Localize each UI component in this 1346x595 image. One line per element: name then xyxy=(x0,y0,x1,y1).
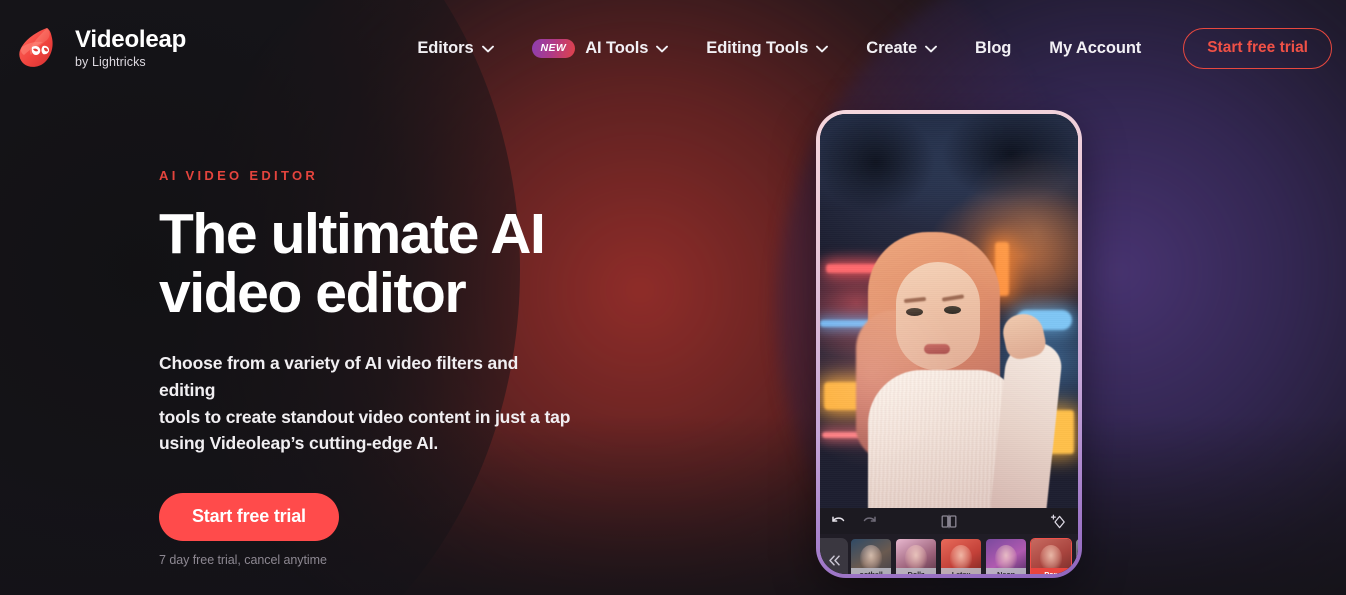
new-badge: NEW xyxy=(531,38,576,58)
video-preview[interactable] xyxy=(820,114,1078,508)
toolbar-center-group xyxy=(941,514,957,529)
subcopy-line-3: using Videoleap’s cutting-edge AI. xyxy=(159,433,439,454)
filter-item[interactable]: Goth xyxy=(1075,538,1078,574)
nav-item-ai-tools[interactable]: NEW AI Tools xyxy=(513,38,688,58)
chevron-down-icon xyxy=(816,45,829,53)
videoleap-bird-logo-icon xyxy=(19,28,53,67)
ai-sparkle-diamond-icon[interactable] xyxy=(1050,513,1067,530)
chevron-down-icon xyxy=(656,45,669,53)
filter-strip: ootball Dollz Latex Neon Pop xyxy=(820,534,1078,574)
nav-label-my-account: My Account xyxy=(1049,38,1142,57)
nav-item-create[interactable]: Create xyxy=(847,39,956,58)
filter-label: Pop xyxy=(1031,568,1071,574)
toolbar-right-group xyxy=(1050,513,1067,530)
phone-screen: ootball Dollz Latex Neon Pop xyxy=(820,114,1078,574)
editor-toolbar xyxy=(820,508,1078,534)
nav-item-blog[interactable]: Blog xyxy=(956,39,1030,58)
main-navigation: Editors NEW AI Tools Editing Tools Creat… xyxy=(398,27,1332,69)
filter-label: Neon xyxy=(986,568,1026,574)
toolbar-left-group xyxy=(831,515,877,528)
chevron-down-icon xyxy=(481,45,494,53)
subcopy-line-1: Choose from a variety of AI video filter… xyxy=(159,353,519,400)
subcopy-line-2: tools to create standout video content i… xyxy=(159,406,571,427)
header-start-free-trial-button[interactable]: Start free trial xyxy=(1183,27,1332,69)
filter-collapse-button[interactable] xyxy=(820,538,848,574)
site-header: Videoleap by Lightricks Editors NEW AI T… xyxy=(0,0,1346,96)
hero-eyebrow: AI VIDEO EDITOR xyxy=(159,168,319,183)
nav-label-editors: Editors xyxy=(417,38,474,57)
headline-line-1: The ultimate AI xyxy=(159,202,546,266)
filter-list: ootball Dollz Latex Neon Pop xyxy=(848,538,1078,574)
filter-item[interactable]: Neon xyxy=(985,538,1027,574)
hero-trial-note: 7 day free trial, cancel anytime xyxy=(159,552,327,567)
brand-logo-link[interactable]: Videoleap by Lightricks xyxy=(16,25,186,71)
filter-item[interactable]: Dollz xyxy=(895,538,937,574)
compare-split-icon[interactable] xyxy=(941,514,957,529)
brand-tagline: by Lightricks xyxy=(75,54,146,69)
redo-icon[interactable] xyxy=(862,515,877,528)
filter-label: Dollz xyxy=(896,568,936,574)
phone-mockup: ootball Dollz Latex Neon Pop xyxy=(816,110,1082,578)
nav-item-my-account[interactable]: My Account xyxy=(1030,39,1160,58)
filter-item[interactable]: Latex xyxy=(940,538,982,574)
brand-wordmark: Videoleap by Lightricks xyxy=(75,25,187,69)
hero-start-free-trial-button[interactable]: Start free trial xyxy=(159,492,339,541)
filter-item-selected[interactable]: Pop xyxy=(1030,538,1072,574)
filter-label: Goth xyxy=(1076,568,1078,574)
chevron-down-icon xyxy=(925,45,937,53)
nav-item-editors[interactable]: Editors xyxy=(398,39,512,58)
headline-line-2: video editor xyxy=(159,260,467,325)
nav-label-editing-tools: Editing Tools xyxy=(706,38,809,57)
filter-label: Latex xyxy=(941,568,981,574)
nav-label-create: Create xyxy=(866,38,918,57)
nav-item-editing-tools[interactable]: Editing Tools xyxy=(687,39,847,58)
nav-label-blog: Blog xyxy=(975,38,1012,57)
double-chevron-left-icon xyxy=(828,554,840,566)
brand-name: Videoleap xyxy=(75,25,187,53)
scene-grain xyxy=(820,114,1078,508)
nav-label-ai-tools: AI Tools xyxy=(585,38,649,57)
filter-label: ootball xyxy=(851,568,891,574)
hero-section: AI VIDEO EDITOR The ultimate AI video ed… xyxy=(159,168,779,567)
filter-item[interactable]: ootball xyxy=(850,538,892,574)
hero-description: Choose from a variety of AI video filter… xyxy=(159,350,574,456)
undo-icon[interactable] xyxy=(831,515,846,528)
page-title: The ultimate AI video editor xyxy=(159,205,779,322)
